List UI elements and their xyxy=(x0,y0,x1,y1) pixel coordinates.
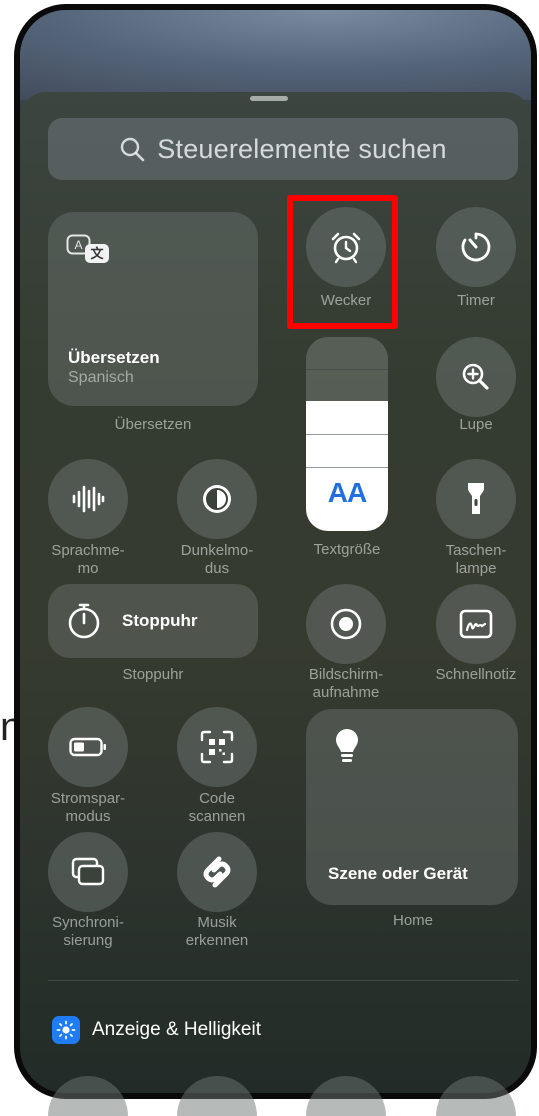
stopwatch-label: Stoppuhr xyxy=(122,666,184,683)
waveform-icon xyxy=(71,484,105,514)
quick-note-label: Schnellnotiz xyxy=(435,666,517,683)
battery-icon xyxy=(69,737,107,757)
flashlight-icon xyxy=(466,481,486,517)
screen-mirroring-label: Synchroni- sierung xyxy=(52,914,124,949)
screen-recording-label: Bildschirm- aufnahme xyxy=(308,666,384,701)
shazam-icon xyxy=(198,853,236,891)
home-title: Szene oder Gerät xyxy=(328,864,468,883)
dark-mode-label: Dunkelmo- dus xyxy=(180,542,254,577)
selection-highlight xyxy=(287,195,398,329)
stopwatch-icon xyxy=(66,602,102,640)
timer-label: Timer xyxy=(457,292,495,309)
screen-recording-button[interactable] xyxy=(306,584,386,664)
voice-memo-label: Sprachme- mo xyxy=(51,542,125,577)
sun-icon xyxy=(52,1016,80,1044)
translate-control[interactable]: A 文 Übersetzen Spanisch xyxy=(48,212,258,406)
display-brightness-label: Anzeige & Helligkeit xyxy=(92,1019,261,1040)
translate-subtitle: Spanisch xyxy=(68,369,134,386)
slider-step-divider xyxy=(306,369,388,370)
translate-title: Übersetzen xyxy=(68,348,160,367)
magnifier-label: Lupe xyxy=(459,416,493,433)
translate-label: Übersetzen xyxy=(114,416,192,433)
low-power-mode-label: Stromspar- modus xyxy=(50,790,126,825)
quick-note-button[interactable] xyxy=(436,584,516,664)
low-power-mode-button[interactable] xyxy=(48,707,128,787)
code-scanner-label: Code scannen xyxy=(188,790,246,825)
magnifier-button[interactable] xyxy=(436,337,516,417)
text-size-slider[interactable]: AA xyxy=(306,337,388,531)
stopwatch-control[interactable]: Stoppuhr xyxy=(48,584,258,658)
text-size-glyph: AA xyxy=(327,477,367,508)
search-placeholder: Steuerelemente suchen xyxy=(157,133,447,164)
flashlight-label: Taschen- lampe xyxy=(445,542,507,577)
flashlight-button[interactable] xyxy=(436,459,516,539)
search-controls-field[interactable]: Steuerelemente suchen xyxy=(48,118,518,180)
music-recognition-label: Musik erkennen xyxy=(185,914,249,949)
voice-memo-button[interactable] xyxy=(48,459,128,539)
code-scanner-button[interactable] xyxy=(177,707,257,787)
sheet-grabber[interactable] xyxy=(250,96,288,101)
dark-mode-icon xyxy=(199,481,235,517)
text-size-label: Textgröße xyxy=(313,541,381,558)
display-brightness-section[interactable]: Anzeige & Helligkeit xyxy=(52,1016,261,1044)
screen-mirroring-button[interactable] xyxy=(48,832,128,912)
music-recognition-button[interactable] xyxy=(177,832,257,912)
home-label: Home xyxy=(392,912,433,929)
qr-code-icon xyxy=(200,730,234,764)
record-icon xyxy=(329,607,363,641)
quick-note-icon xyxy=(459,609,493,639)
svg-text:文: 文 xyxy=(90,246,104,261)
slider-step-divider xyxy=(306,467,388,468)
screen-mirroring-icon xyxy=(71,857,105,887)
search-icon xyxy=(119,136,145,162)
dark-mode-button[interactable] xyxy=(177,459,257,539)
timer-button[interactable] xyxy=(436,207,516,287)
timer-icon xyxy=(458,229,494,265)
partial-text-fragment: n xyxy=(0,705,14,749)
backdrop xyxy=(20,10,531,100)
stopwatch-title: Stoppuhr xyxy=(122,611,198,630)
slider-step-divider xyxy=(306,434,388,435)
magnifier-zoom-icon xyxy=(460,361,492,393)
home-control[interactable]: Szene oder Gerät xyxy=(306,709,518,905)
section-divider xyxy=(48,980,519,981)
svg-text:A: A xyxy=(74,238,82,252)
light-bulb-icon xyxy=(334,727,360,765)
translate-icon: A 文 xyxy=(66,234,112,266)
